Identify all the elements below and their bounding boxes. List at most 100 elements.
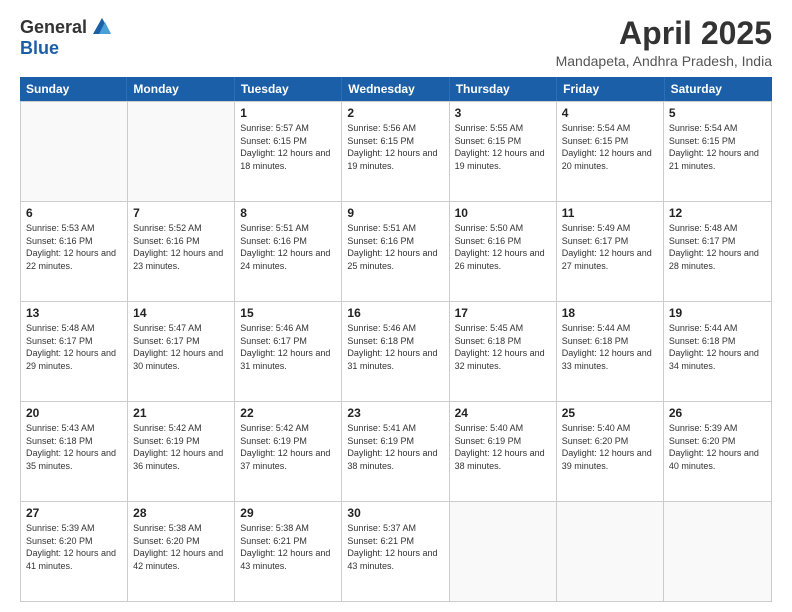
calendar-day-empty bbox=[557, 502, 664, 601]
title-block: April 2025 Mandapeta, Andhra Pradesh, In… bbox=[556, 16, 772, 69]
calendar-day-12: 12 Sunrise: 5:48 AM Sunset: 6:17 PM Dayli… bbox=[664, 202, 771, 301]
day-number: 13 bbox=[26, 306, 122, 320]
logo: General Blue bbox=[20, 16, 113, 59]
weekday-header-saturday: Saturday bbox=[665, 77, 772, 101]
day-info: Sunrise: 5:39 AM Sunset: 6:20 PM Dayligh… bbox=[26, 522, 122, 572]
calendar-day-16: 16 Sunrise: 5:46 AM Sunset: 6:18 PM Dayli… bbox=[342, 302, 449, 401]
weekday-header-sunday: Sunday bbox=[20, 77, 127, 101]
day-info: Sunrise: 5:53 AM Sunset: 6:16 PM Dayligh… bbox=[26, 222, 122, 272]
calendar: SundayMondayTuesdayWednesdayThursdayFrid… bbox=[20, 77, 772, 602]
calendar-day-4: 4 Sunrise: 5:54 AM Sunset: 6:15 PM Daylig… bbox=[557, 102, 664, 201]
day-number: 28 bbox=[133, 506, 229, 520]
calendar-day-20: 20 Sunrise: 5:43 AM Sunset: 6:18 PM Dayli… bbox=[21, 402, 128, 501]
calendar-day-empty bbox=[21, 102, 128, 201]
day-info: Sunrise: 5:40 AM Sunset: 6:20 PM Dayligh… bbox=[562, 422, 658, 472]
calendar-day-5: 5 Sunrise: 5:54 AM Sunset: 6:15 PM Daylig… bbox=[664, 102, 771, 201]
day-number: 19 bbox=[669, 306, 766, 320]
calendar-day-empty bbox=[128, 102, 235, 201]
day-info: Sunrise: 5:40 AM Sunset: 6:19 PM Dayligh… bbox=[455, 422, 551, 472]
day-number: 18 bbox=[562, 306, 658, 320]
day-info: Sunrise: 5:49 AM Sunset: 6:17 PM Dayligh… bbox=[562, 222, 658, 272]
calendar-day-19: 19 Sunrise: 5:44 AM Sunset: 6:18 PM Dayli… bbox=[664, 302, 771, 401]
day-number: 20 bbox=[26, 406, 122, 420]
calendar-day-8: 8 Sunrise: 5:51 AM Sunset: 6:16 PM Daylig… bbox=[235, 202, 342, 301]
day-number: 23 bbox=[347, 406, 443, 420]
logo-blue-text: Blue bbox=[20, 38, 59, 59]
day-number: 9 bbox=[347, 206, 443, 220]
calendar-day-15: 15 Sunrise: 5:46 AM Sunset: 6:17 PM Dayli… bbox=[235, 302, 342, 401]
calendar-day-1: 1 Sunrise: 5:57 AM Sunset: 6:15 PM Daylig… bbox=[235, 102, 342, 201]
calendar-day-25: 25 Sunrise: 5:40 AM Sunset: 6:20 PM Dayli… bbox=[557, 402, 664, 501]
weekday-header-friday: Friday bbox=[557, 77, 664, 101]
page: General Blue April 2025 Mandapeta, Andhr… bbox=[0, 0, 792, 612]
calendar-day-17: 17Sunrise: 5:45 AM Sunset: 6:18 PM Dayli… bbox=[450, 302, 557, 401]
day-number: 11 bbox=[562, 206, 658, 220]
calendar-week-2: 6Sunrise: 5:53 AM Sunset: 6:16 PM Daylig… bbox=[21, 201, 771, 301]
day-number: 27 bbox=[26, 506, 122, 520]
day-info: Sunrise: 5:57 AM Sunset: 6:15 PM Dayligh… bbox=[240, 122, 336, 172]
calendar-day-28: 28 Sunrise: 5:38 AM Sunset: 6:20 PM Dayli… bbox=[128, 502, 235, 601]
day-info: Sunrise: 5:54 AM Sunset: 6:15 PM Dayligh… bbox=[669, 122, 766, 172]
day-info: Sunrise: 5:46 AM Sunset: 6:17 PM Dayligh… bbox=[240, 322, 336, 372]
calendar-day-9: 9 Sunrise: 5:51 AM Sunset: 6:16 PM Daylig… bbox=[342, 202, 449, 301]
day-info: Sunrise: 5:54 AM Sunset: 6:15 PM Dayligh… bbox=[562, 122, 658, 172]
day-info: Sunrise: 5:51 AM Sunset: 6:16 PM Dayligh… bbox=[347, 222, 443, 272]
calendar-week-1: 1 Sunrise: 5:57 AM Sunset: 6:15 PM Daylig… bbox=[21, 101, 771, 201]
day-info: Sunrise: 5:48 AM Sunset: 6:17 PM Dayligh… bbox=[669, 222, 766, 272]
calendar-day-21: 21 Sunrise: 5:42 AM Sunset: 6:19 PM Dayli… bbox=[128, 402, 235, 501]
day-number: 29 bbox=[240, 506, 336, 520]
day-number: 12 bbox=[669, 206, 766, 220]
calendar-day-empty bbox=[664, 502, 771, 601]
day-number: 14 bbox=[133, 306, 229, 320]
day-info: Sunrise: 5:38 AM Sunset: 6:21 PM Dayligh… bbox=[240, 522, 336, 572]
day-info: Sunrise: 5:43 AM Sunset: 6:18 PM Dayligh… bbox=[26, 422, 122, 472]
calendar-subtitle: Mandapeta, Andhra Pradesh, India bbox=[556, 53, 772, 69]
calendar-day-22: 22 Sunrise: 5:42 AM Sunset: 6:19 PM Dayli… bbox=[235, 402, 342, 501]
calendar-day-3: 3 Sunrise: 5:55 AM Sunset: 6:15 PM Daylig… bbox=[450, 102, 557, 201]
day-number: 3 bbox=[455, 106, 551, 120]
day-info: Sunrise: 5:38 AM Sunset: 6:20 PM Dayligh… bbox=[133, 522, 229, 572]
calendar-week-3: 13 Sunrise: 5:48 AM Sunset: 6:17 PM Dayli… bbox=[21, 301, 771, 401]
day-number: 25 bbox=[562, 406, 658, 420]
day-number: 26 bbox=[669, 406, 766, 420]
calendar-week-5: 27 Sunrise: 5:39 AM Sunset: 6:20 PM Dayli… bbox=[21, 501, 771, 601]
weekday-header-tuesday: Tuesday bbox=[235, 77, 342, 101]
calendar-day-2: 2Sunrise: 5:56 AM Sunset: 6:15 PM Daylig… bbox=[342, 102, 449, 201]
day-number: 16 bbox=[347, 306, 443, 320]
calendar-day-7: 7Sunrise: 5:52 AM Sunset: 6:16 PM Daylig… bbox=[128, 202, 235, 301]
day-info: Sunrise: 5:50 AM Sunset: 6:16 PM Dayligh… bbox=[455, 222, 551, 272]
day-number: 15 bbox=[240, 306, 336, 320]
weekday-header-thursday: Thursday bbox=[450, 77, 557, 101]
day-number: 21 bbox=[133, 406, 229, 420]
day-info: Sunrise: 5:46 AM Sunset: 6:18 PM Dayligh… bbox=[347, 322, 443, 372]
day-number: 8 bbox=[240, 206, 336, 220]
calendar-day-30: 30Sunrise: 5:37 AM Sunset: 6:21 PM Dayli… bbox=[342, 502, 449, 601]
calendar-day-11: 11 Sunrise: 5:49 AM Sunset: 6:17 PM Dayli… bbox=[557, 202, 664, 301]
calendar-day-27: 27 Sunrise: 5:39 AM Sunset: 6:20 PM Dayli… bbox=[21, 502, 128, 601]
day-number: 5 bbox=[669, 106, 766, 120]
day-info: Sunrise: 5:39 AM Sunset: 6:20 PM Dayligh… bbox=[669, 422, 766, 472]
logo-general-text: General bbox=[20, 17, 87, 38]
day-number: 1 bbox=[240, 106, 336, 120]
calendar-day-23: 23Sunrise: 5:41 AM Sunset: 6:19 PM Dayli… bbox=[342, 402, 449, 501]
calendar-title: April 2025 bbox=[556, 16, 772, 51]
day-info: Sunrise: 5:37 AM Sunset: 6:21 PM Dayligh… bbox=[347, 522, 443, 572]
calendar-day-6: 6Sunrise: 5:53 AM Sunset: 6:16 PM Daylig… bbox=[21, 202, 128, 301]
header: General Blue April 2025 Mandapeta, Andhr… bbox=[20, 16, 772, 69]
calendar-day-10: 10 Sunrise: 5:50 AM Sunset: 6:16 PM Dayli… bbox=[450, 202, 557, 301]
day-number: 22 bbox=[240, 406, 336, 420]
day-number: 2 bbox=[347, 106, 443, 120]
day-info: Sunrise: 5:51 AM Sunset: 6:16 PM Dayligh… bbox=[240, 222, 336, 272]
calendar-day-empty bbox=[450, 502, 557, 601]
day-number: 4 bbox=[562, 106, 658, 120]
day-info: Sunrise: 5:42 AM Sunset: 6:19 PM Dayligh… bbox=[240, 422, 336, 472]
weekday-header-monday: Monday bbox=[127, 77, 234, 101]
day-info: Sunrise: 5:55 AM Sunset: 6:15 PM Dayligh… bbox=[455, 122, 551, 172]
day-info: Sunrise: 5:42 AM Sunset: 6:19 PM Dayligh… bbox=[133, 422, 229, 472]
day-info: Sunrise: 5:44 AM Sunset: 6:18 PM Dayligh… bbox=[669, 322, 766, 372]
day-number: 10 bbox=[455, 206, 551, 220]
calendar-day-29: 29 Sunrise: 5:38 AM Sunset: 6:21 PM Dayli… bbox=[235, 502, 342, 601]
day-info: Sunrise: 5:48 AM Sunset: 6:17 PM Dayligh… bbox=[26, 322, 122, 372]
calendar-header: SundayMondayTuesdayWednesdayThursdayFrid… bbox=[20, 77, 772, 101]
day-info: Sunrise: 5:45 AM Sunset: 6:18 PM Dayligh… bbox=[455, 322, 551, 372]
